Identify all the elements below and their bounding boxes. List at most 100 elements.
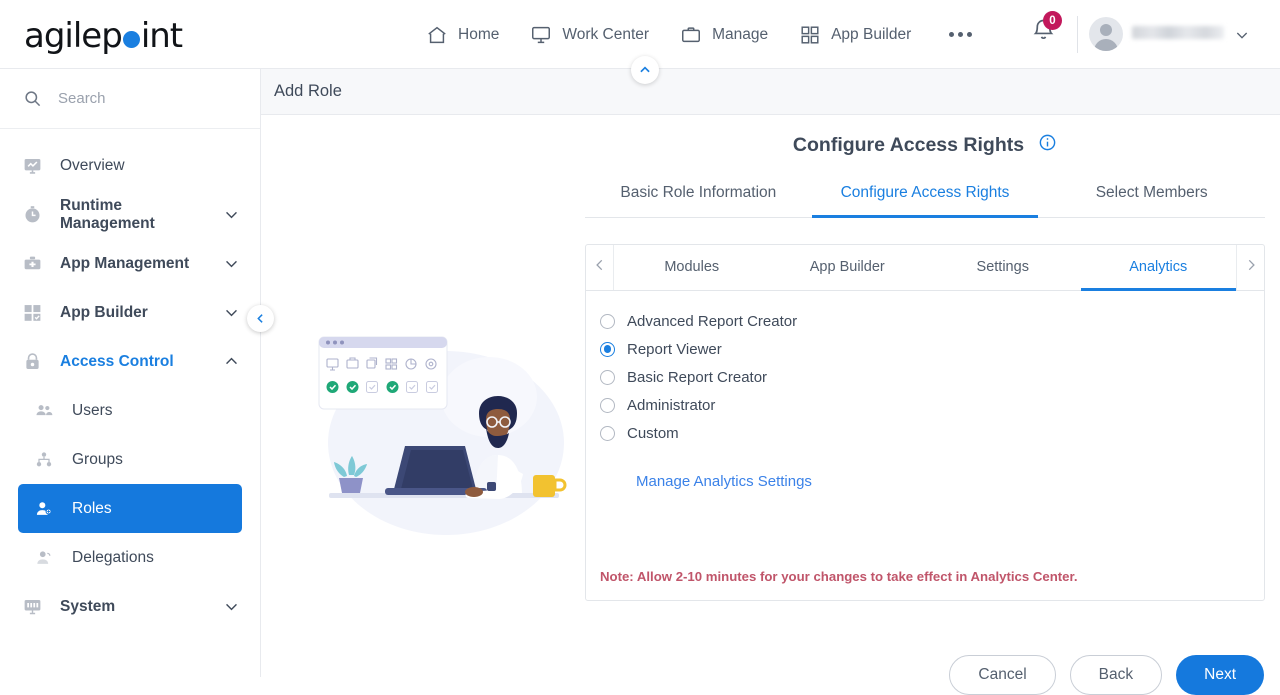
nav-item-app-builder[interactable]: App Builder [798, 24, 911, 46]
chevron-down-icon[interactable] [1234, 27, 1250, 48]
more-icon[interactable] [949, 32, 973, 37]
analytics-monitor-icon [20, 155, 44, 176]
panel-tab-app-builder[interactable]: App Builder [770, 245, 926, 291]
sidebar-item-users[interactable]: Users [18, 386, 242, 435]
panel-scroll-left-button[interactable] [586, 245, 614, 290]
chevron-down-icon[interactable] [223, 255, 240, 272]
sidebar-item-roles[interactable]: Roles [18, 484, 242, 533]
radio-option-basic-report-creator[interactable]: Basic Report Creator [600, 363, 1264, 391]
nav-item-home[interactable]: Home [425, 24, 499, 46]
sidebar-label-access-control: Access Control [60, 352, 174, 370]
radio-option-administrator[interactable]: Administrator [600, 391, 1264, 419]
chevron-down-icon[interactable] [223, 304, 240, 321]
nav-item-manage[interactable]: Manage [679, 24, 768, 46]
panel-tab-settings[interactable]: Settings [925, 245, 1081, 291]
radio-label: Report Viewer [627, 340, 722, 358]
wizard-heading-row: Configure Access Rights [585, 133, 1265, 158]
sidebar-collapse-toggle[interactable] [247, 305, 274, 332]
wizard-body: Configure Access Rights Basic Role Infor… [261, 115, 1280, 695]
timer-icon [20, 204, 44, 225]
sidebar-label-users: Users [72, 401, 113, 419]
tab-basic-role-information[interactable]: Basic Role Information [585, 184, 812, 218]
monitor-icon [529, 24, 553, 46]
search-icon [20, 89, 44, 108]
radio-icon [600, 397, 615, 413]
main-content: Add Role Configure Access Rights Basic R… [261, 56, 1280, 695]
header-collapse-toggle[interactable] [631, 56, 659, 84]
chevron-up-icon[interactable] [223, 353, 240, 370]
manage-analytics-settings-link[interactable]: Manage Analytics Settings [636, 473, 1264, 490]
page-title: Add Role [274, 82, 342, 100]
radio-icon [600, 369, 615, 385]
sidebar-label-app-builder: App Builder [60, 303, 148, 321]
logo-text-part2: int [140, 16, 183, 56]
analytics-access-radio-group: Advanced Report Creator Report Viewer Ba… [586, 291, 1264, 490]
page-header: Add Role [261, 56, 1280, 115]
briefcase-icon [679, 24, 703, 46]
panel-scroll-right-button[interactable] [1236, 245, 1264, 290]
info-icon[interactable] [1038, 133, 1057, 158]
sidebar-item-app-management[interactable]: App Management [0, 239, 260, 288]
sidebar-label-groups: Groups [72, 450, 123, 468]
illustration-user-at-desk [311, 325, 571, 550]
analytics-note: Note: Allow 2-10 minutes for your change… [600, 569, 1078, 584]
tab-select-members[interactable]: Select Members [1038, 184, 1265, 218]
chevron-right-icon [1244, 258, 1258, 277]
nav-label-home: Home [458, 25, 500, 43]
sidebar-label-roles: Roles [72, 499, 112, 517]
sidebar-label-runtime-management: Runtime Management [60, 196, 155, 232]
panel-tab-analytics[interactable]: Analytics [1080, 245, 1236, 291]
sidebar-item-overview[interactable]: Overview [0, 141, 260, 190]
nav-label-work-center: Work Center [562, 25, 650, 43]
back-button[interactable]: Back [1069, 655, 1163, 695]
sidebar-item-runtime-management[interactable]: Runtime Management [0, 190, 260, 239]
agilepoint-logo[interactable]: agilep int [24, 16, 183, 56]
delegation-user-icon [32, 548, 56, 568]
header-divider [1077, 16, 1078, 53]
panel-tab-strip: Modules App Builder Settings Analytics [586, 245, 1264, 291]
tab-configure-access-rights[interactable]: Configure Access Rights [811, 184, 1039, 218]
group-tree-icon [32, 450, 56, 470]
sidebar: Search Overview Runtime Management App M… [0, 69, 261, 677]
radio-label: Basic Report Creator [627, 368, 768, 386]
nav-item-work-center[interactable]: Work Center [529, 24, 649, 46]
notifications-button[interactable]: 0 [1030, 11, 1062, 48]
nav-label-manage: Manage [712, 25, 769, 43]
sidebar-item-groups[interactable]: Groups [18, 435, 242, 484]
radio-label: Administrator [627, 396, 716, 414]
top-navigation: Home Work Center Manage App Builder [425, 0, 973, 69]
radio-label: Custom [627, 424, 679, 442]
radio-option-report-viewer[interactable]: Report Viewer [600, 335, 1264, 363]
panel-tab-modules[interactable]: Modules [614, 245, 770, 291]
search-input[interactable]: Search [0, 69, 260, 129]
search-placeholder: Search [58, 90, 106, 107]
sidebar-item-app-builder[interactable]: App Builder [0, 288, 260, 337]
access-rights-panel: Modules App Builder Settings Analytics A… [585, 244, 1265, 601]
lock-icon [20, 351, 44, 372]
radio-icon [600, 313, 615, 329]
cancel-button[interactable]: Cancel [949, 655, 1056, 695]
radio-icon [600, 425, 615, 441]
grid-icon [798, 24, 822, 46]
sidebar-item-access-control[interactable]: Access Control [0, 337, 260, 386]
next-button[interactable]: Next [1176, 655, 1264, 695]
wizard-step-tabs: Basic Role Information Configure Access … [585, 184, 1265, 218]
wizard-card: Configure Access Rights Basic Role Infor… [585, 133, 1265, 601]
radio-option-advanced-report-creator[interactable]: Advanced Report Creator [600, 307, 1264, 335]
bell-icon [1030, 19, 1057, 47]
avatar[interactable] [1089, 17, 1123, 51]
wizard-heading: Configure Access Rights [792, 134, 1025, 156]
toolbox-icon [20, 253, 44, 274]
chevron-down-icon[interactable] [223, 206, 240, 223]
role-user-icon [32, 499, 56, 519]
sidebar-item-delegations[interactable]: Delegations [18, 533, 242, 582]
chevron-left-icon [593, 258, 607, 277]
chevron-down-icon[interactable] [223, 598, 240, 615]
logo-dot-icon [122, 30, 140, 48]
sidebar-label-overview: Overview [60, 156, 125, 174]
user-name-redacted [1132, 26, 1224, 39]
radio-option-custom[interactable]: Custom [600, 419, 1264, 447]
nav-label-app-builder: App Builder [831, 25, 912, 43]
home-icon [425, 24, 449, 46]
sidebar-item-system[interactable]: System [0, 582, 260, 631]
